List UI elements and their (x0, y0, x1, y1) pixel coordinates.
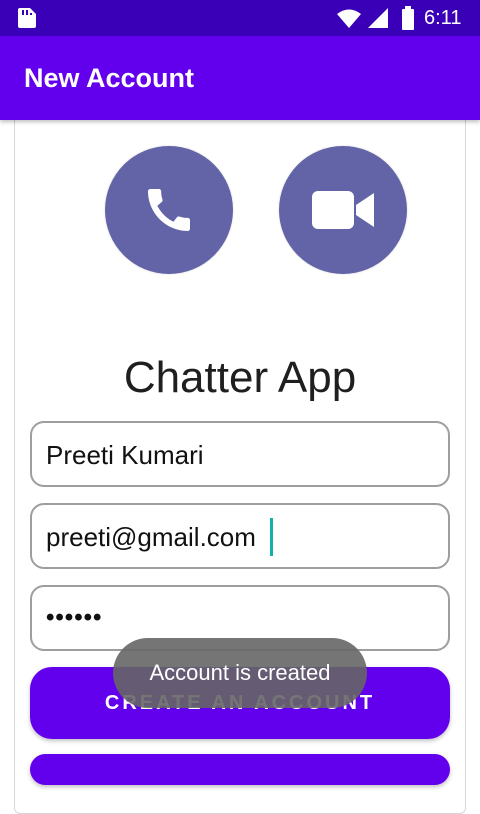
phone-icon (148, 189, 190, 231)
video-call-button[interactable] (279, 146, 407, 274)
app-name-heading: Chatter App (123, 353, 357, 402)
voice-call-button[interactable] (105, 146, 233, 274)
wifi-icon (337, 9, 361, 28)
password-field-value: •••••• (46, 604, 103, 631)
battery-icon (402, 6, 414, 30)
sd-card-icon (18, 8, 36, 28)
text-cursor (270, 518, 273, 556)
status-time: 6:11 (424, 7, 462, 29)
name-field-value: Preeti Kumari (46, 440, 204, 470)
name-field[interactable]: Preeti Kumari (30, 421, 450, 487)
status-bar: 6:11 (0, 0, 480, 36)
signal-icon (368, 8, 388, 28)
video-camera-icon (312, 191, 374, 229)
email-field-value: preeti@gmail.com (46, 522, 256, 552)
toast-message: Account is created (113, 638, 367, 708)
app-bar: New Account (0, 36, 480, 120)
email-field[interactable]: preeti@gmail.com (30, 503, 450, 569)
app-bar-title: New Account (24, 63, 195, 93)
secondary-action-button[interactable] (30, 754, 450, 785)
